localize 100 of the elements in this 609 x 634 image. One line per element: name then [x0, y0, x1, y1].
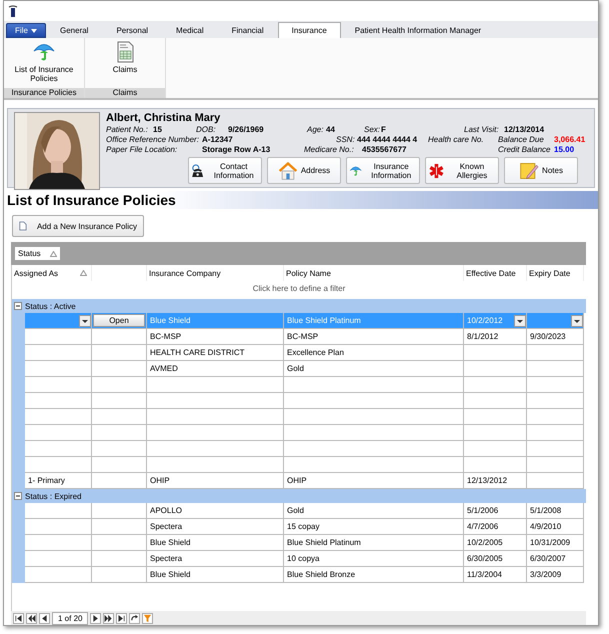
- patient-action-button[interactable]: Notes: [504, 157, 578, 184]
- table-cell: APOLLO: [147, 503, 284, 519]
- table-cell: [25, 361, 92, 377]
- add-policy-button[interactable]: Add a New Insurance Policy: [12, 215, 144, 237]
- table-cell: HEALTH CARE DISTRICT: [147, 345, 284, 361]
- previous-icon[interactable]: [39, 612, 50, 624]
- next-icon[interactable]: [90, 612, 102, 624]
- ribbon-tab[interactable]: General: [46, 22, 102, 38]
- field-label: Balance Due: [498, 134, 545, 144]
- ribbon-tab[interactable]: Patient Health Information Manager: [340, 22, 496, 38]
- ribbon-tab[interactable]: Personal: [102, 22, 162, 38]
- dropdown-field[interactable]: [527, 313, 584, 329]
- field-label: Credit Balance: [498, 144, 552, 154]
- first-page-icon[interactable]: [13, 612, 24, 624]
- table-cell: [25, 441, 92, 457]
- table-cell: [25, 457, 92, 473]
- table-cell: [527, 425, 584, 441]
- field-label: Paper File Location:: [106, 144, 178, 154]
- table-cell: Blue Shield: [147, 567, 284, 583]
- refresh-icon[interactable]: [129, 612, 140, 624]
- table-cell: Blue Shield Platinum: [284, 535, 464, 551]
- patient-action-button[interactable]: Known Allergies: [425, 157, 499, 184]
- table-cell: 3/3/2009: [527, 567, 584, 583]
- table-cell: [92, 345, 147, 361]
- table-cell: Blue Shield: [147, 313, 284, 329]
- table-cell: 11/3/2004: [464, 567, 527, 583]
- ribbon-item[interactable]: Claims: [108, 38, 142, 88]
- column-header[interactable]: Insurance Company: [147, 265, 284, 281]
- table-cell: [92, 457, 147, 473]
- field-value: 12/13/2014: [504, 124, 544, 134]
- patient-action-button[interactable]: Insurance Information: [346, 157, 420, 184]
- field-value: 44: [326, 124, 335, 134]
- table-cell: Blue Shield Platinum: [284, 313, 464, 329]
- table-cell: 10/31/2009: [527, 535, 584, 551]
- table-cell: [92, 535, 147, 551]
- group-by-chip[interactable]: Status: [15, 247, 60, 260]
- table-cell: [527, 441, 584, 457]
- open-button[interactable]: Open: [93, 314, 145, 327]
- table-cell: 5/1/2006: [464, 503, 527, 519]
- table-cell: AVMED: [147, 361, 284, 377]
- table-cell: Blue Shield: [147, 535, 284, 551]
- group-header[interactable]: Status : Active: [12, 299, 586, 313]
- table-cell: 8/1/2012: [464, 329, 527, 345]
- table-cell: [25, 503, 92, 519]
- field-value: 4535567677: [362, 144, 406, 154]
- fast-forward-icon[interactable]: [103, 612, 114, 624]
- table-cell: [464, 393, 527, 409]
- table-cell: Excellence Plan: [284, 345, 464, 361]
- collapse-icon[interactable]: [14, 302, 22, 310]
- file-menu-button[interactable]: File: [6, 23, 46, 38]
- ribbon-tab[interactable]: Financial: [218, 22, 278, 38]
- table-cell: [527, 393, 584, 409]
- rewind-icon[interactable]: [26, 612, 37, 624]
- field-value: A-12347: [202, 134, 233, 144]
- field-label: Last Visit:: [464, 124, 500, 134]
- table-cell: [92, 393, 147, 409]
- table-cell: [464, 409, 527, 425]
- patient-action-button[interactable]: Address: [267, 157, 341, 184]
- column-header[interactable]: Expiry Date: [527, 265, 584, 281]
- ribbon-tab[interactable]: Insurance: [278, 22, 341, 38]
- patient-action-button[interactable]: Contact Information: [188, 157, 262, 184]
- table-cell: [464, 361, 527, 377]
- field-value: 15.00: [554, 144, 574, 154]
- column-header[interactable]: Policy Name: [284, 265, 464, 281]
- table-cell: [464, 457, 527, 473]
- field-value: 15: [153, 124, 162, 134]
- row-indicator: [12, 313, 25, 329]
- table-cell: [25, 345, 92, 361]
- table-cell: [464, 425, 527, 441]
- group-header[interactable]: Status : Expired: [12, 489, 586, 503]
- field-value: 3,066.41: [554, 134, 586, 144]
- table-cell: Gold: [284, 503, 464, 519]
- table-cell: 5/1/2008: [527, 503, 584, 519]
- table-cell: Spectera: [147, 551, 284, 567]
- collapse-icon[interactable]: [14, 492, 22, 500]
- table-cell: [92, 441, 147, 457]
- column-header[interactable]: Assigned As: [12, 265, 92, 281]
- field-label: Age:: [307, 124, 324, 134]
- ribbon-item[interactable]: List of Insurance Policies: [6, 38, 82, 88]
- table-cell: 15 copay: [284, 519, 464, 535]
- field-label: Patient No.:: [106, 124, 149, 134]
- table-cell: Blue Shield Bronze: [284, 567, 464, 583]
- dropdown-field[interactable]: [25, 313, 92, 329]
- ribbon-tab[interactable]: Medical: [162, 22, 218, 38]
- field-label: Health care No.: [428, 134, 485, 144]
- table-cell: [527, 345, 584, 361]
- group-label: Claims: [85, 88, 165, 98]
- row-indicator: [12, 473, 25, 489]
- column-header[interactable]: Effective Date: [464, 265, 527, 281]
- table-cell: [92, 377, 147, 393]
- table-cell: BC-MSP: [147, 329, 284, 345]
- table-cell: [25, 519, 92, 535]
- table-cell: [92, 361, 147, 377]
- row-indicator: [12, 567, 25, 583]
- last-page-icon[interactable]: [116, 612, 128, 624]
- table-cell: BC-MSP: [284, 329, 464, 345]
- table-cell: [527, 457, 584, 473]
- table-cell: 6/30/2005: [464, 551, 527, 567]
- field-label: DOB:: [196, 124, 217, 134]
- table-cell: 10/2/2005: [464, 535, 527, 551]
